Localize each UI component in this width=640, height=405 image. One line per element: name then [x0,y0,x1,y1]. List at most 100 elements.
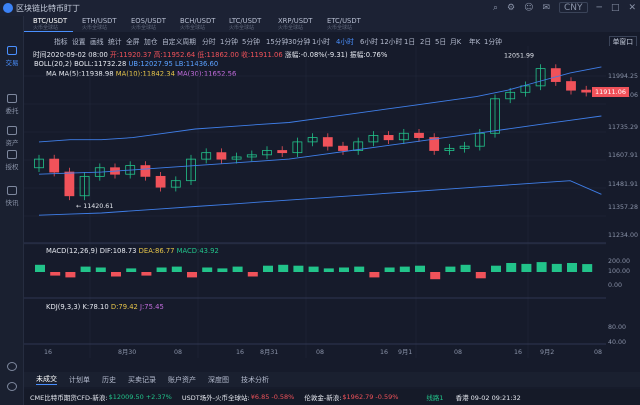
status-usdt-value: ¥6.85 [250,393,270,401]
sidebar-item-orders[interactable]: 委托 [0,94,24,115]
tab-bch[interactable]: BCH/USDT 火币全球站 [171,16,220,32]
kline-chart[interactable]: 12051.99 ← 11420.61 16 8月30 08 16 8月31 08 16 9月1 0… [24,46,606,358]
sidebar-item-authorize[interactable]: 授权 [0,150,24,171]
tab-label: LTC/USDT [229,17,262,25]
tab-btc[interactable]: BTC/USDT 火币全球站 [24,16,73,32]
time-tick: 08 [594,349,602,356]
price-tick: 11994.25 [608,73,639,80]
macd-bar [156,267,167,272]
macd-bar [80,266,91,272]
bottom-tab[interactable]: 技术分析 [241,375,269,385]
period-button-custom-period[interactable]: 自定义周期 [162,36,196,46]
period-button-1d[interactable]: 1日 [404,36,415,46]
sidebar-item-news[interactable]: 快讯 [0,186,24,207]
macd-bar [217,268,228,272]
macd-bar [65,272,76,278]
macd-bar [247,272,258,277]
period-button-stats[interactable]: 统计 [108,36,122,46]
period-button-timeline[interactable]: 分时 [202,36,216,46]
status-usdt-change: -0.58% [271,393,295,401]
candle [550,68,561,82]
close-icon[interactable]: ✕ [628,3,636,13]
macd-bar [369,272,380,278]
macd-bar [506,263,517,272]
search-icon[interactable]: ⌕ [493,3,498,13]
minimize-icon[interactable]: ─ [597,3,602,13]
period-button-fullscreen[interactable]: 全屏 [126,36,140,46]
period-button-1min-alt[interactable]: 1分钟 [484,36,502,46]
period-button-1h[interactable]: 1小时 [312,36,330,46]
period-button-5m[interactable]: 5分钟 [242,36,260,46]
macd-bar [567,263,577,272]
tab-xrp[interactable]: XRP/USDT 火币全球站 [269,16,318,32]
market-tabs: BTC/USDT 火币全球站 ETH/USDT 火币全球站 EOS/USDT 火币全球… [24,16,640,32]
boll-lower-line [38,180,602,216]
maximize-icon[interactable]: □ [611,3,620,13]
tab-label: ETH/USDT [82,17,117,25]
current-price-tag: 11911.06 [592,87,630,97]
status-gold-change: -0.59% [375,393,399,401]
tab-label: BTC/USDT [33,17,68,25]
currency-select[interactable]: CNY [559,2,588,13]
tab-exchange: 火币全球站 [278,25,304,31]
macd-bar [399,266,410,272]
user-icon[interactable]: ☺ [524,3,533,13]
settings-icon[interactable]: ⚙ [507,3,515,13]
bottom-tab[interactable]: 计划单 [69,375,90,385]
tab-eos[interactable]: EOS/USDT 火币全球站 [122,16,171,32]
period-button-settings[interactable]: 设置 [72,36,86,46]
period-button-6h[interactable]: 6小时 [360,36,378,46]
time-tick: 08 [174,349,182,356]
candle [581,89,592,93]
tab-ltc[interactable]: LTC/USDT 火币全球站 [220,16,269,32]
boll-mid-line [38,115,602,175]
bottom-tab[interactable]: 买卖记录 [128,375,156,385]
macd-bar [141,272,152,276]
kdj-tick: 80.00 [608,324,627,331]
tab-eth[interactable]: ETH/USDT 火币全球站 [73,16,122,32]
status-gold-label: 伦敦金-新浪: [304,394,342,402]
authorize-icon [7,150,17,159]
status-bar: CME比特币期货CFD-新浪: $12009.50 +2.37% USDT场外-… [24,389,640,405]
macd-bar [202,267,213,272]
tab-etc[interactable]: ETC/USDT 火币全球站 [318,16,367,32]
sidebar-item-label: 授权 [5,163,19,171]
macd-bar [187,272,197,278]
tab-label: BCH/USDT [180,17,216,25]
macd-bar [536,262,547,272]
macd-bar [293,265,304,272]
sidebar: 交易 委托 资产 授权 快讯 [0,16,24,405]
sidebar-item-trade[interactable]: 交易 [0,46,24,67]
tab-exchange: 火币全球站 [82,25,108,31]
settings-sidebar-icon[interactable] [0,382,24,393]
candle [49,158,60,173]
mail-icon[interactable]: ✉ [542,3,550,13]
sidebar-item-assets[interactable]: 资产 [0,126,24,147]
candle [322,137,333,147]
macd-bar [491,265,501,272]
macd-bar [415,265,425,272]
period-button-2d[interactable]: 2日 [420,36,431,46]
candle [155,175,166,188]
help-icon[interactable] [0,362,24,373]
bottom-tab[interactable]: 历史 [102,375,116,385]
bottom-tab[interactable]: 深度图 [208,375,229,385]
period-button-monthly[interactable]: 月K [450,36,461,46]
period-button-indicators[interactable]: 指标 [54,36,68,46]
period-button-5d[interactable]: 5日 [435,36,446,46]
bottom-tab[interactable]: 账户资产 [168,375,196,385]
period-button-add-position[interactable]: 加仓 [144,36,158,46]
period-button-12h[interactable]: 12小时 [380,36,402,46]
period-button-yearly[interactable]: 年K [469,36,480,46]
macd-bar [50,272,61,276]
period-button-4h[interactable]: 4小时 [336,36,354,46]
period-button-draw[interactable]: 画线 [90,36,104,46]
period-button-1m[interactable]: 1分钟 [220,36,238,46]
macd-bar [308,266,319,272]
candle [566,81,576,91]
period-button-15m[interactable]: 15分钟 [266,36,288,46]
sidebar-item-label: 委托 [5,107,19,115]
period-button-30m[interactable]: 30分钟 [288,36,310,46]
macd-bar [384,267,395,272]
bottom-tab[interactable]: 未成交 [36,374,57,385]
